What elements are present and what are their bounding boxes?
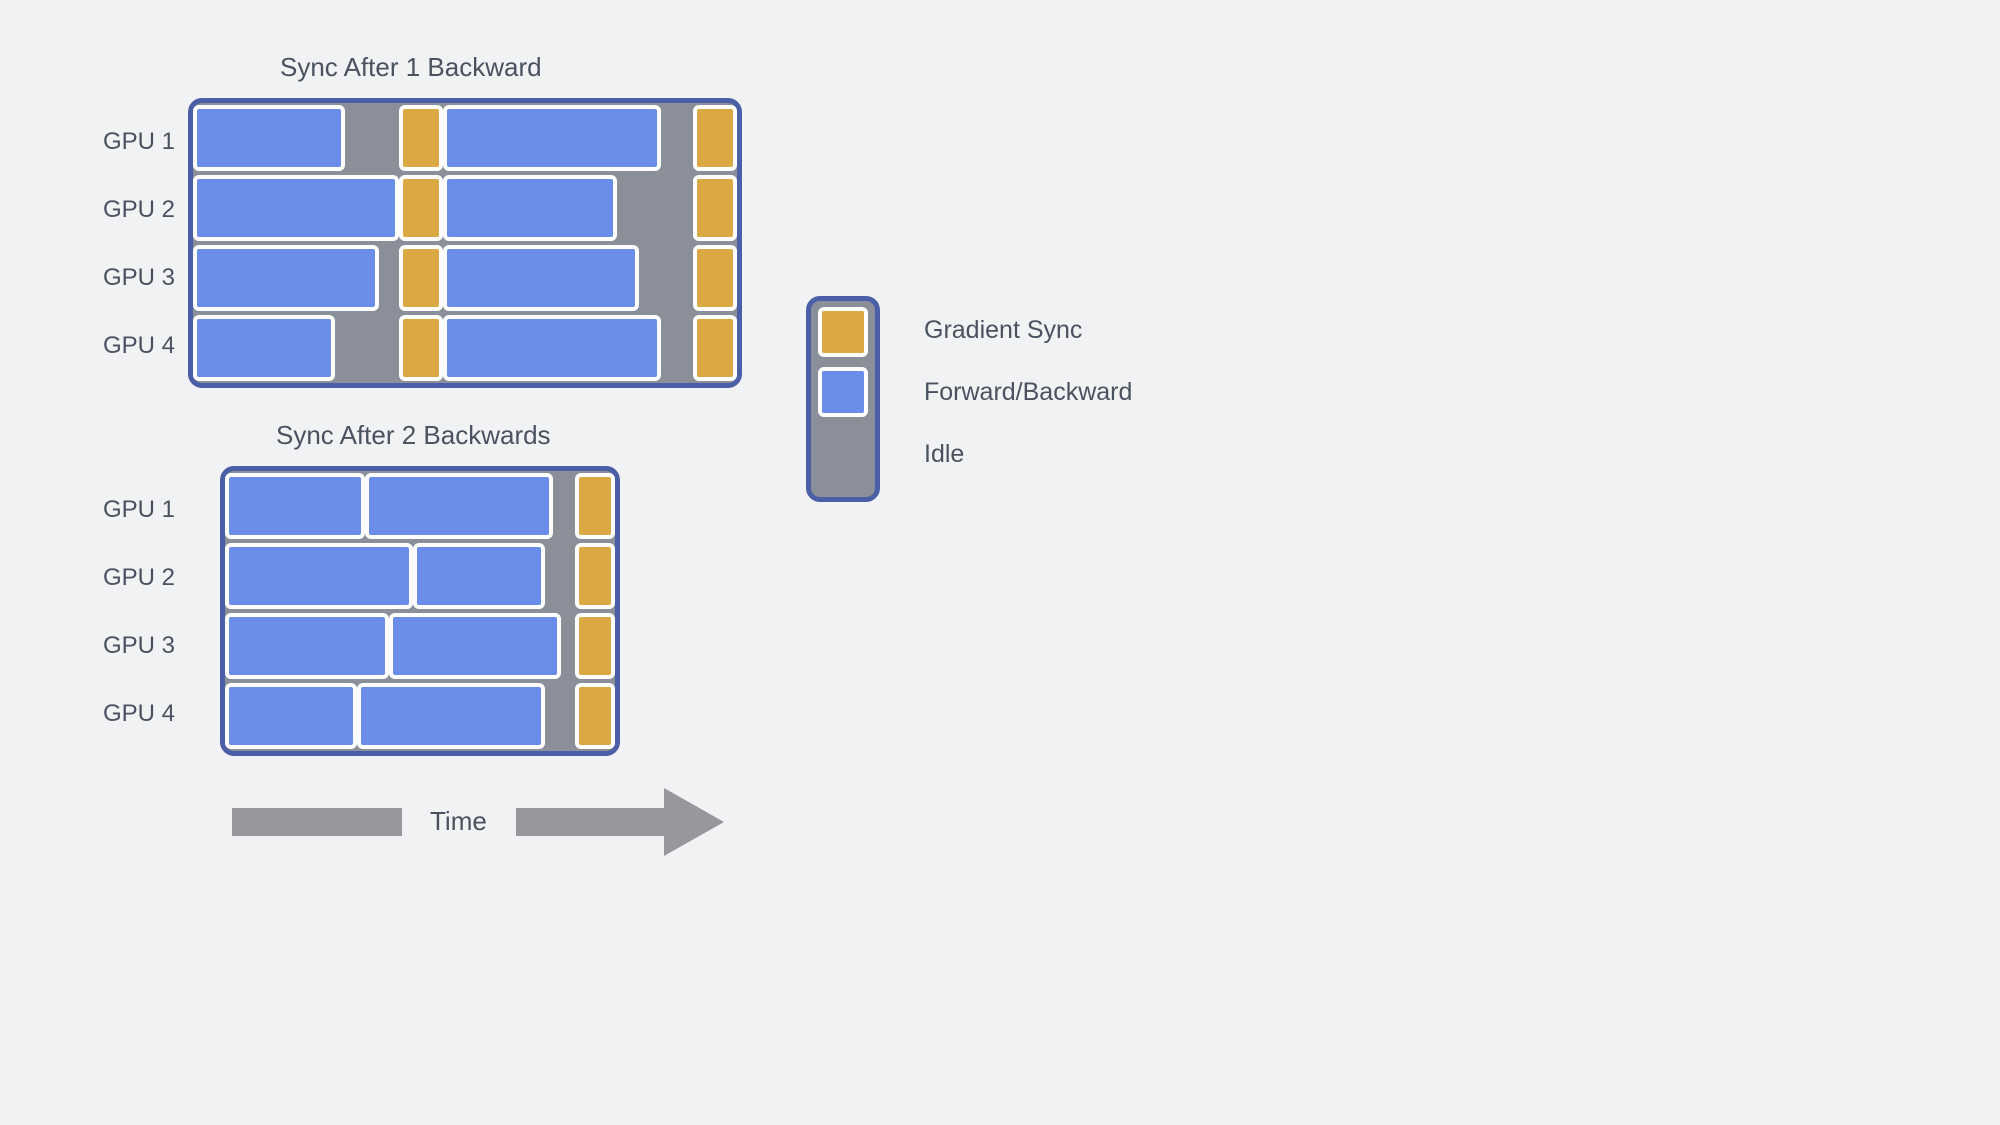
compute-block [443,105,661,171]
legend-label-sync: Gradient Sync [924,316,1082,345]
panel-title-top: Sync After 1 Backward [280,52,542,83]
legend-swatch-sync [818,307,868,357]
sync-block [575,683,615,749]
gpu-label: GPU 2 [95,564,175,592]
legend-label-idle: Idle [924,440,964,469]
sync-block [693,315,737,381]
compute-block [365,473,553,539]
compute-block [225,543,413,609]
gpu-label: GPU 4 [95,332,175,360]
sync-block [575,473,615,539]
compute-block [443,175,617,241]
time-axis-bar-left [232,808,402,836]
compute-block [443,315,661,381]
diagram-root: Sync After 1 Backward GPU 1 GPU 2 GPU 3 … [0,0,2000,1125]
compute-block [443,245,639,311]
legend-label-compute: Forward/Backward [924,378,1132,407]
compute-block [193,175,399,241]
gpu-label: GPU 1 [95,496,175,524]
sync-block [399,105,443,171]
panel-title-bottom: Sync After 2 Backwards [276,420,551,451]
time-axis-bar-right [516,808,666,836]
gpu-label: GPU 2 [95,196,175,224]
compute-block [413,543,545,609]
compute-block [357,683,545,749]
compute-block [193,315,335,381]
sync-block [693,245,737,311]
gpu-label: GPU 3 [95,264,175,292]
gpu-label: GPU 1 [95,128,175,156]
sync-block [693,105,737,171]
sync-block [575,613,615,679]
sync-block [399,315,443,381]
time-axis-label: Time [430,806,487,837]
sync-block [399,175,443,241]
compute-block [389,613,561,679]
sync-block [693,175,737,241]
timeline-frame-top [188,98,742,388]
timeline-frame-bottom [220,466,620,756]
legend-swatch-compute [818,367,868,417]
compute-block [193,245,379,311]
compute-block [225,473,365,539]
compute-block [225,613,389,679]
compute-block [193,105,345,171]
compute-block [225,683,357,749]
sync-block [399,245,443,311]
legend-frame [806,296,880,502]
sync-block [575,543,615,609]
gpu-label: GPU 3 [95,632,175,660]
gpu-label: GPU 4 [95,700,175,728]
time-axis-arrowhead-icon [664,788,724,856]
